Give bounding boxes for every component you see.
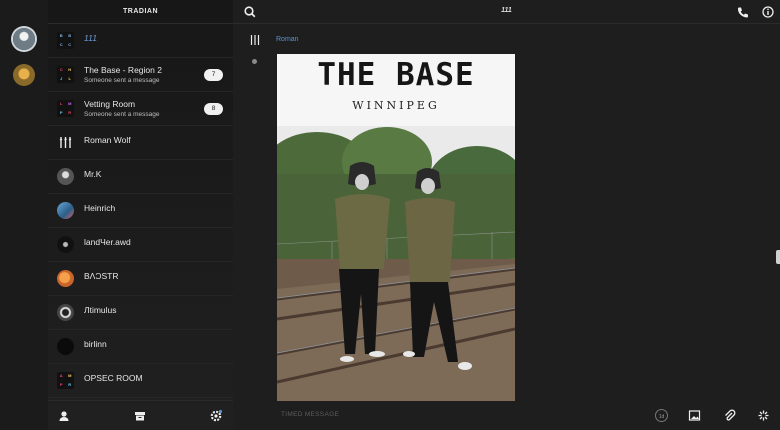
user-avatar [57, 270, 74, 287]
image-caption-title: THE BASE [317, 57, 475, 93]
attachment-icon[interactable] [723, 409, 736, 422]
chat-item-landwer[interactable]: landЧer.awd [48, 228, 233, 262]
app-window: TRADIAN BB CC 111 CH JL The Base - Regio… [0, 0, 780, 430]
message-status-dot [252, 59, 257, 64]
chat-item-birlinn[interactable]: birlinn [48, 330, 233, 364]
message-image[interactable]: THE BASE WINNIPEG [277, 54, 515, 401]
chat-name: Heinrich [84, 203, 116, 213]
message-composer: TIMED MESSAGE 1d [233, 400, 780, 430]
chat-item-heinrich[interactable]: Heinrich [48, 194, 233, 228]
unread-badge: 7 [204, 69, 223, 81]
chat-name: birlinn [84, 339, 107, 349]
phone-icon[interactable] [736, 5, 750, 19]
image-caption-subtitle: WINNIPEG [352, 99, 440, 112]
archive-icon[interactable] [133, 409, 147, 423]
sticker-icon[interactable] [757, 409, 770, 422]
chat-name: The Base - Region 2 [84, 65, 162, 75]
chat-item-111[interactable]: BB CC 111 [48, 24, 233, 58]
chat-list-panel: TRADIAN BB CC 111 CH JL The Base - Regio… [48, 0, 233, 430]
timer-label: 1d [659, 414, 665, 420]
group-avatar: BB CC [57, 32, 74, 49]
user-avatar [57, 236, 74, 253]
chat-name: Mr.K [84, 169, 102, 179]
sender-avatar-icon[interactable] [248, 33, 262, 47]
profile-icon[interactable] [57, 409, 71, 423]
user-avatar [57, 168, 74, 185]
chat-name: Vetting Room [84, 99, 136, 109]
chat-name: Roman Wolf [84, 135, 131, 145]
message-sender[interactable]: Roman [276, 36, 299, 43]
image-icon[interactable] [688, 409, 701, 422]
chat-preview: Someone sent a message [84, 77, 160, 84]
chat-item-roman-wolf[interactable]: Roman Wolf [48, 126, 233, 160]
chat-item-vetting-room[interactable]: LM PR Vetting Room Someone sent a messag… [48, 92, 233, 126]
chat-item-baostr[interactable]: BΛƆSTR [48, 262, 233, 296]
chat-list-footer [48, 400, 233, 430]
chat-name: Лtimulus [84, 305, 117, 315]
group-avatar: LM PR [57, 100, 74, 117]
message-input[interactable]: TIMED MESSAGE [281, 411, 339, 418]
user-avatar [57, 304, 74, 321]
app-title: TRADIAN [48, 0, 233, 24]
chat-name: BΛƆSTR [84, 271, 119, 281]
chat-name: 111 [84, 33, 97, 43]
conversation-title: 111 [501, 7, 512, 14]
scrollbar-handle[interactable] [776, 250, 780, 264]
conversation-panel: 111 Roman THE BASE WINNIPEG TIMED MESSAG… [233, 0, 780, 430]
timer-icon[interactable]: 1d [654, 408, 669, 423]
wolfsangel-avatar-icon [57, 134, 74, 151]
chat-item-mr-k[interactable]: Mr.K [48, 160, 233, 194]
account-rail [0, 0, 48, 430]
chat-item-the-base-region-2[interactable]: CH JL The Base - Region 2 Someone sent a… [48, 58, 233, 92]
info-icon[interactable] [761, 5, 775, 19]
chat-name: OPSEC ROOM [84, 373, 143, 383]
group-avatar: AM PR [57, 372, 74, 389]
chat-item-opsec-room[interactable]: AM PR OPSEC ROOM [48, 364, 233, 398]
user-avatar [57, 202, 74, 219]
chat-preview: Someone sent a message [84, 111, 160, 118]
settings-icon[interactable] [209, 409, 223, 423]
user-avatar [57, 338, 74, 355]
chat-item-stimulus[interactable]: Лtimulus [48, 296, 233, 330]
account-avatar[interactable] [13, 64, 35, 86]
account-avatar-active[interactable] [13, 28, 35, 50]
chat-name: landЧer.awd [84, 237, 131, 247]
group-avatar: CH JL [57, 66, 74, 83]
conversation-header: 111 [233, 0, 780, 24]
unread-badge: 8 [204, 103, 223, 115]
